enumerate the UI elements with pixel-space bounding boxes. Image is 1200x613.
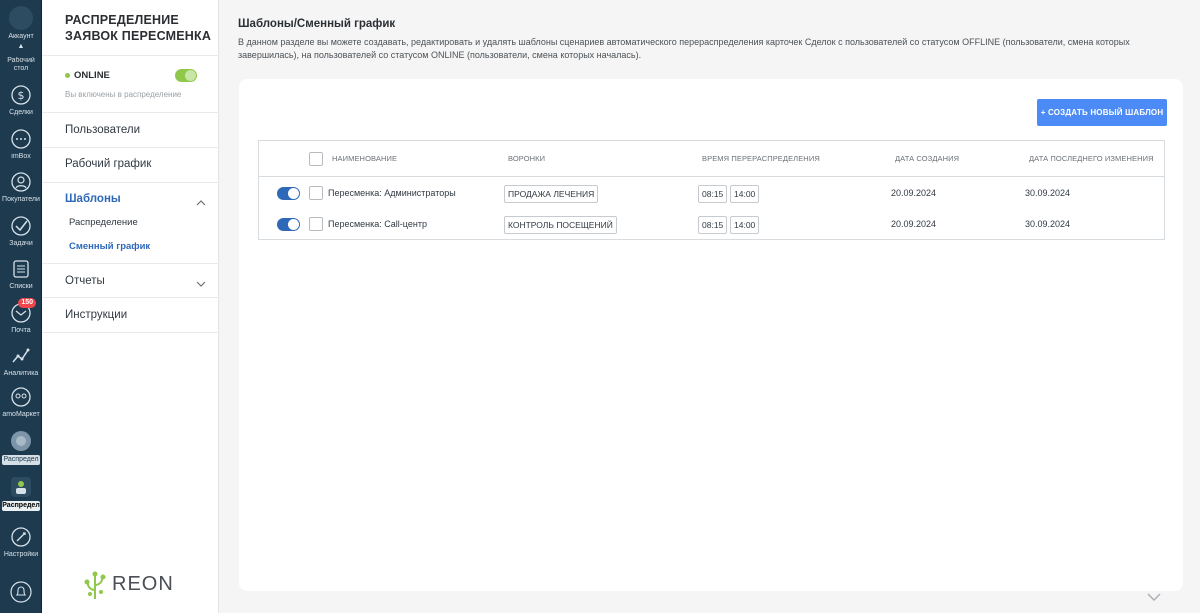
time-from: 08:15	[698, 185, 728, 203]
nav-imbox[interactable]: imBox	[0, 128, 42, 161]
chevron-up-icon[interactable]	[196, 195, 206, 206]
column-created[interactable]: ДАТА СОЗДАНИЯ	[895, 154, 959, 163]
nav-deals[interactable]: $ Сделки	[0, 84, 42, 117]
create-template-button[interactable]: + СОЗДАТЬ НОВЫЙ ШАБЛОН	[1037, 99, 1167, 126]
nav-customers[interactable]: Покупатели	[0, 171, 42, 204]
nav-lists[interactable]: Списки	[0, 258, 42, 291]
status-dot-icon	[65, 73, 70, 78]
online-status: ONLINE	[65, 69, 197, 83]
chevron-down-icon[interactable]	[196, 276, 206, 287]
row-checkbox[interactable]	[309, 186, 323, 200]
nav-amomarket[interactable]: amoМаркет	[0, 386, 42, 419]
template-name[interactable]: Пересменка: Администраторы	[328, 188, 456, 198]
column-time[interactable]: ВРЕМЯ ПЕРЕРАСПРЕДЕЛЕНИЯ	[702, 154, 820, 163]
svg-text:$: $	[18, 89, 25, 102]
online-toggle[interactable]	[175, 69, 197, 82]
sidebar-title: РАСПРЕДЕЛЕНИЕ ЗАЯВОК ПЕРЕСМЕНКА	[65, 13, 212, 43]
section-sidebar: РАСПРЕДЕЛЕНИЕ ЗАЯВОК ПЕРЕСМЕНКА ONLINE В…	[42, 0, 219, 613]
time-from: 08:15	[698, 216, 728, 234]
status-subtext: Вы включены в распределение	[65, 90, 182, 99]
divider	[42, 112, 219, 113]
sidebar-item-templates[interactable]: Шаблоны	[65, 193, 121, 205]
column-modified[interactable]: ДАТА ПОСЛЕДНЕГО ИЗМЕНЕНИЯ	[1029, 154, 1154, 163]
sidebar-subitem-shift-schedule[interactable]: Сменный график	[69, 241, 150, 252]
sidebar-item-work-schedule[interactable]: Рабочий график	[65, 158, 151, 170]
sidebar-subitem-distribution[interactable]: Распределение	[69, 217, 138, 228]
template-name[interactable]: Пересменка: Call-центр	[328, 219, 427, 229]
nav-dashboard[interactable]: Рабочий стол	[0, 57, 42, 73]
chevron-up-icon: ▲	[17, 43, 25, 50]
divider	[42, 55, 219, 56]
scroll-down-icon[interactable]	[1147, 589, 1161, 602]
sidebar-item-instructions[interactable]: Инструкции	[65, 309, 127, 321]
table-header: НАИМЕНОВАНИЕ ВОРОНКИ ВРЕМЯ ПЕРЕРАСПРЕДЕЛ…	[259, 141, 1164, 177]
bell-icon	[10, 581, 32, 603]
main-nav: Аккаунт ▲ Рабочий стол $ Сделки imBox По…	[0, 0, 42, 613]
analytics-icon	[10, 345, 32, 367]
table-row[interactable]: Пересменка: Администраторы ПРОДАЖА ЛЕЧЕН…	[259, 179, 1164, 207]
templates-table: НАИМЕНОВАНИЕ ВОРОНКИ ВРЕМЯ ПЕРЕРАСПРЕДЕЛ…	[258, 140, 1165, 240]
customers-icon	[10, 171, 32, 193]
time-to: 14:00	[730, 185, 760, 203]
divider	[42, 182, 219, 183]
reon-logo: REON	[82, 570, 192, 600]
account-icon	[9, 6, 33, 30]
reshift-icon	[10, 476, 32, 498]
template-enabled-toggle[interactable]	[277, 187, 300, 200]
lists-icon	[10, 258, 32, 280]
nav-notifications[interactable]	[0, 581, 42, 606]
deals-icon: $	[10, 84, 32, 106]
chat-icon	[10, 128, 32, 150]
market-icon	[10, 386, 32, 408]
nav-collapse[interactable]: ▲	[0, 43, 42, 51]
funnel-tag: КОНТРОЛЬ ПОСЕЩЕНИЙ	[504, 216, 617, 234]
select-all-checkbox[interactable]	[309, 152, 323, 166]
logo-icon	[84, 571, 106, 599]
nav-account[interactable]: Аккаунт	[0, 6, 42, 41]
divider	[42, 297, 219, 298]
modified-date: 30.09.2024	[1025, 188, 1071, 198]
status-label: ONLINE	[74, 70, 110, 81]
distribution-icon	[10, 430, 32, 452]
mail-badge: 150	[18, 298, 36, 308]
sidebar-item-users[interactable]: Пользователи	[65, 124, 140, 136]
column-funnels[interactable]: ВОРОНКИ	[508, 154, 545, 163]
page-description: В данном разделе вы можете создавать, ре…	[238, 37, 1130, 60]
divider	[42, 263, 219, 264]
divider	[42, 147, 219, 148]
divider	[42, 332, 219, 333]
nav-analytics[interactable]: Аналитика	[0, 345, 42, 378]
table-row[interactable]: Пересменка: Call-центр КОНТРОЛЬ ПОСЕЩЕНИ…	[259, 210, 1164, 238]
logo-text: REON	[112, 573, 174, 595]
created-date: 20.09.2024	[891, 188, 937, 198]
sidebar-item-reports[interactable]: Отчеты	[65, 275, 105, 287]
nav-mail[interactable]: 150 Почта	[0, 298, 42, 335]
nav-reshift[interactable]: Распредел	[0, 476, 42, 511]
template-enabled-toggle[interactable]	[277, 218, 300, 231]
nav-tasks[interactable]: Задачи	[0, 215, 42, 248]
funnel-tag: ПРОДАЖА ЛЕЧЕНИЯ	[504, 185, 599, 203]
templates-card: + СОЗДАТЬ НОВЫЙ ШАБЛОН НАИМЕНОВАНИЕ ВОРО…	[239, 79, 1183, 591]
tasks-icon	[10, 215, 32, 237]
created-date: 20.09.2024	[891, 219, 937, 229]
settings-icon	[10, 526, 32, 548]
nav-distribution[interactable]: Распредел	[0, 430, 42, 465]
modified-date: 30.09.2024	[1025, 219, 1071, 229]
page-title: Шаблоны/Сменный график	[238, 18, 396, 30]
nav-settings[interactable]: Настройки	[0, 526, 42, 559]
column-name[interactable]: НАИМЕНОВАНИЕ	[332, 154, 397, 163]
time-to: 14:00	[730, 216, 760, 234]
row-checkbox[interactable]	[309, 217, 323, 231]
